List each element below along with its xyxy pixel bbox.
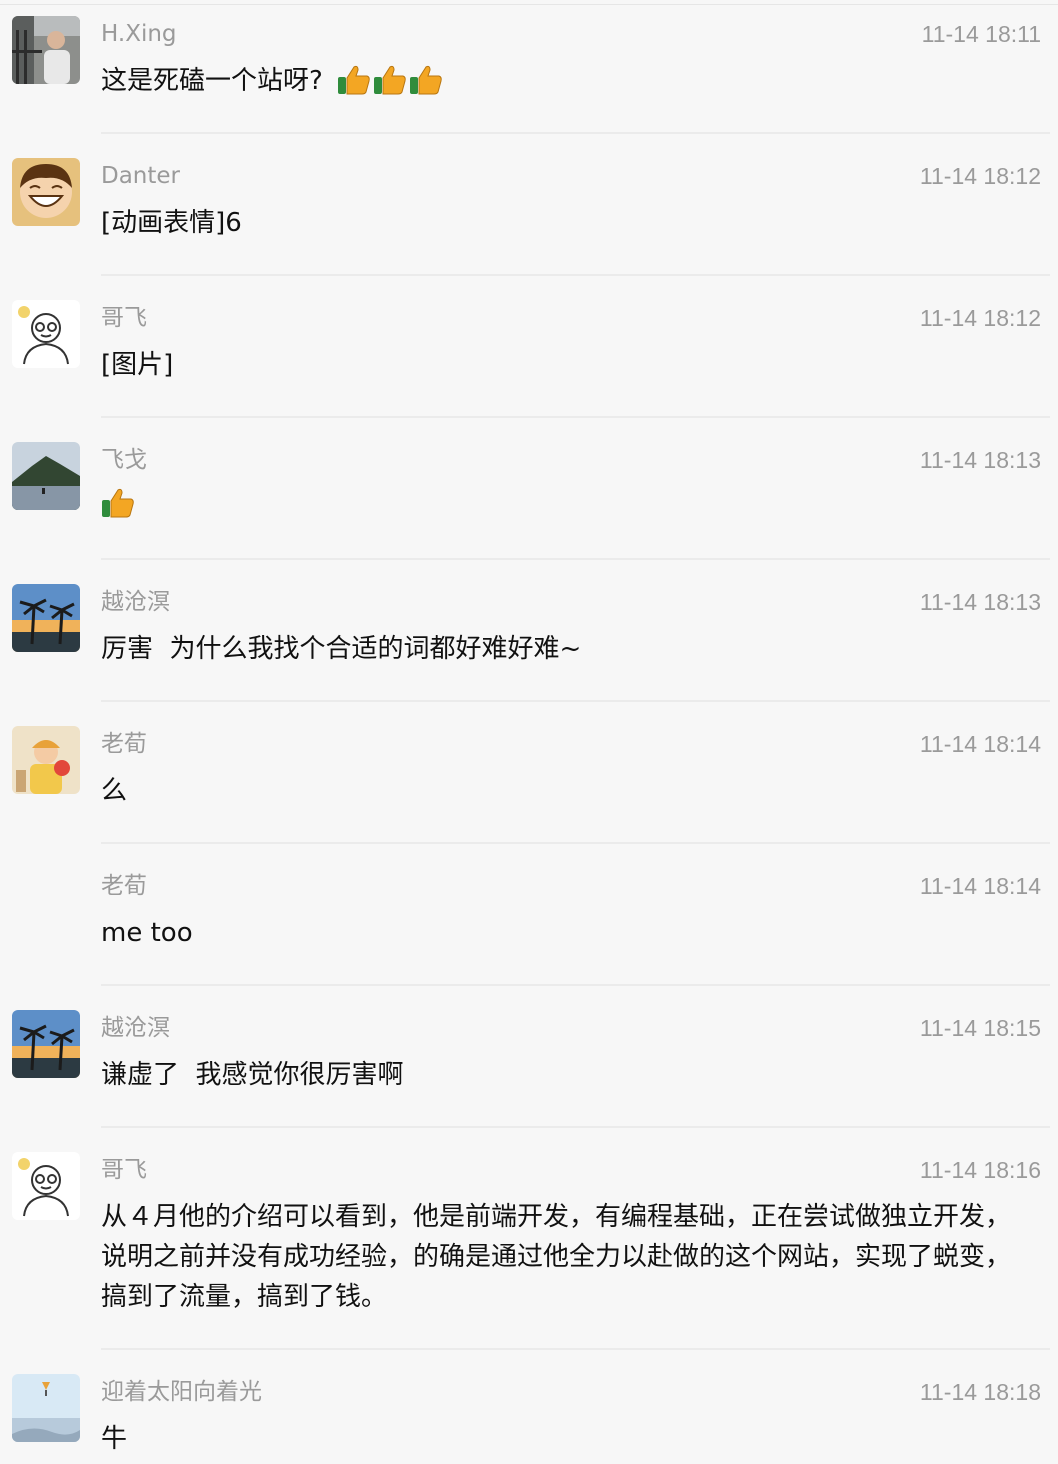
thumbs-up-icon xyxy=(373,65,407,107)
timestamp: 11-14 18:18 xyxy=(919,1379,1041,1405)
avatar[interactable] xyxy=(12,1374,80,1442)
sender-name[interactable]: 迎着太阳向着光 xyxy=(101,1376,262,1408)
message-text: [动画表情]6 xyxy=(101,208,242,238)
sender-name[interactable]: 越沧溟 xyxy=(101,586,170,618)
avatar[interactable] xyxy=(12,584,80,652)
timestamp: 11-14 18:14 xyxy=(919,731,1041,757)
thumbs-up-icon xyxy=(409,65,443,107)
sender-name[interactable]: Danter xyxy=(101,160,180,192)
separator xyxy=(101,416,1050,418)
avatar[interactable] xyxy=(12,1152,80,1220)
timestamp: 11-14 18:12 xyxy=(919,163,1041,189)
message-item: 老荀 11-14 18:14 me too xyxy=(0,852,1058,986)
avatar[interactable] xyxy=(12,158,80,226)
sender-name[interactable]: 越沧溟 xyxy=(101,1012,170,1044)
sender-name[interactable]: 哥飞 xyxy=(101,302,147,334)
message-text: 从４月他的介绍可以看到，他是前端开发，有编程基础，正在尝试做独立开发，说明之前并… xyxy=(101,1202,1012,1312)
message-item: 哥飞 11-14 18:16 从４月他的介绍可以看到，他是前端开发，有编程基础，… xyxy=(0,1136,1058,1350)
message-text: 这是死磕一个站呀? xyxy=(101,61,1026,107)
message-item: 哥飞 11-14 18:12 [图片] xyxy=(0,284,1058,418)
message-body: 这是死磕一个站呀? xyxy=(101,66,323,96)
separator xyxy=(101,1126,1050,1128)
sender-name[interactable]: 老荀 xyxy=(101,870,147,902)
message-text: me too xyxy=(101,918,193,948)
timestamp: 11-14 18:12 xyxy=(919,305,1041,331)
avatar[interactable] xyxy=(12,726,80,794)
separator xyxy=(101,132,1050,134)
timestamp: 11-14 18:14 xyxy=(919,873,1041,899)
separator xyxy=(101,984,1050,986)
separator xyxy=(101,558,1050,560)
sender-name[interactable]: 飞戈 xyxy=(101,444,147,476)
avatar[interactable] xyxy=(12,16,80,84)
timestamp: 11-14 18:13 xyxy=(919,589,1041,615)
message-item: 飞戈 11-14 18:13 xyxy=(0,426,1058,560)
timestamp: 11-14 18:16 xyxy=(919,1157,1041,1183)
message-item: 老荀 11-14 18:14 么 xyxy=(0,710,1058,844)
thumbs-up-icon xyxy=(101,487,135,531)
message-text: 谦虚了 我感觉你很厉害啊 xyxy=(101,1060,404,1090)
sender-name[interactable]: 老荀 xyxy=(101,728,147,760)
avatar[interactable] xyxy=(12,1010,80,1078)
sender-name[interactable]: H.Xing xyxy=(101,18,177,50)
message-item: 迎着太阳向着光 11-14 18:18 牛 xyxy=(0,1358,1058,1464)
avatar[interactable] xyxy=(12,300,80,368)
message-item: 越沧溟 11-14 18:15 谦虚了 我感觉你很厉害啊 xyxy=(0,994,1058,1128)
avatar[interactable] xyxy=(12,442,80,510)
message-text: 厉害 为什么我找个合适的词都好难好难~ xyxy=(101,634,582,664)
message-text: 牛 xyxy=(101,1424,128,1454)
message-item: 越沧溟 11-14 18:13 厉害 为什么我找个合适的词都好难好难~ xyxy=(0,568,1058,702)
thumbs-up-icon xyxy=(337,65,371,107)
timestamp: 11-14 18:15 xyxy=(919,1015,1041,1041)
timestamp: 11-14 18:13 xyxy=(919,447,1041,473)
separator xyxy=(101,700,1050,702)
sender-name[interactable]: 哥飞 xyxy=(101,1154,147,1186)
message-text: 么 xyxy=(101,776,128,806)
message-item: H.Xing 11-14 18:11 这是死磕一个站呀? xyxy=(0,0,1058,134)
separator xyxy=(101,1348,1050,1350)
message-text: [图片] xyxy=(101,350,174,380)
separator xyxy=(101,274,1050,276)
timestamp: 11-14 18:11 xyxy=(921,21,1041,47)
message-item: Danter 11-14 18:12 [动画表情]6 xyxy=(0,142,1058,276)
separator xyxy=(101,842,1050,844)
message-text xyxy=(101,487,1026,531)
